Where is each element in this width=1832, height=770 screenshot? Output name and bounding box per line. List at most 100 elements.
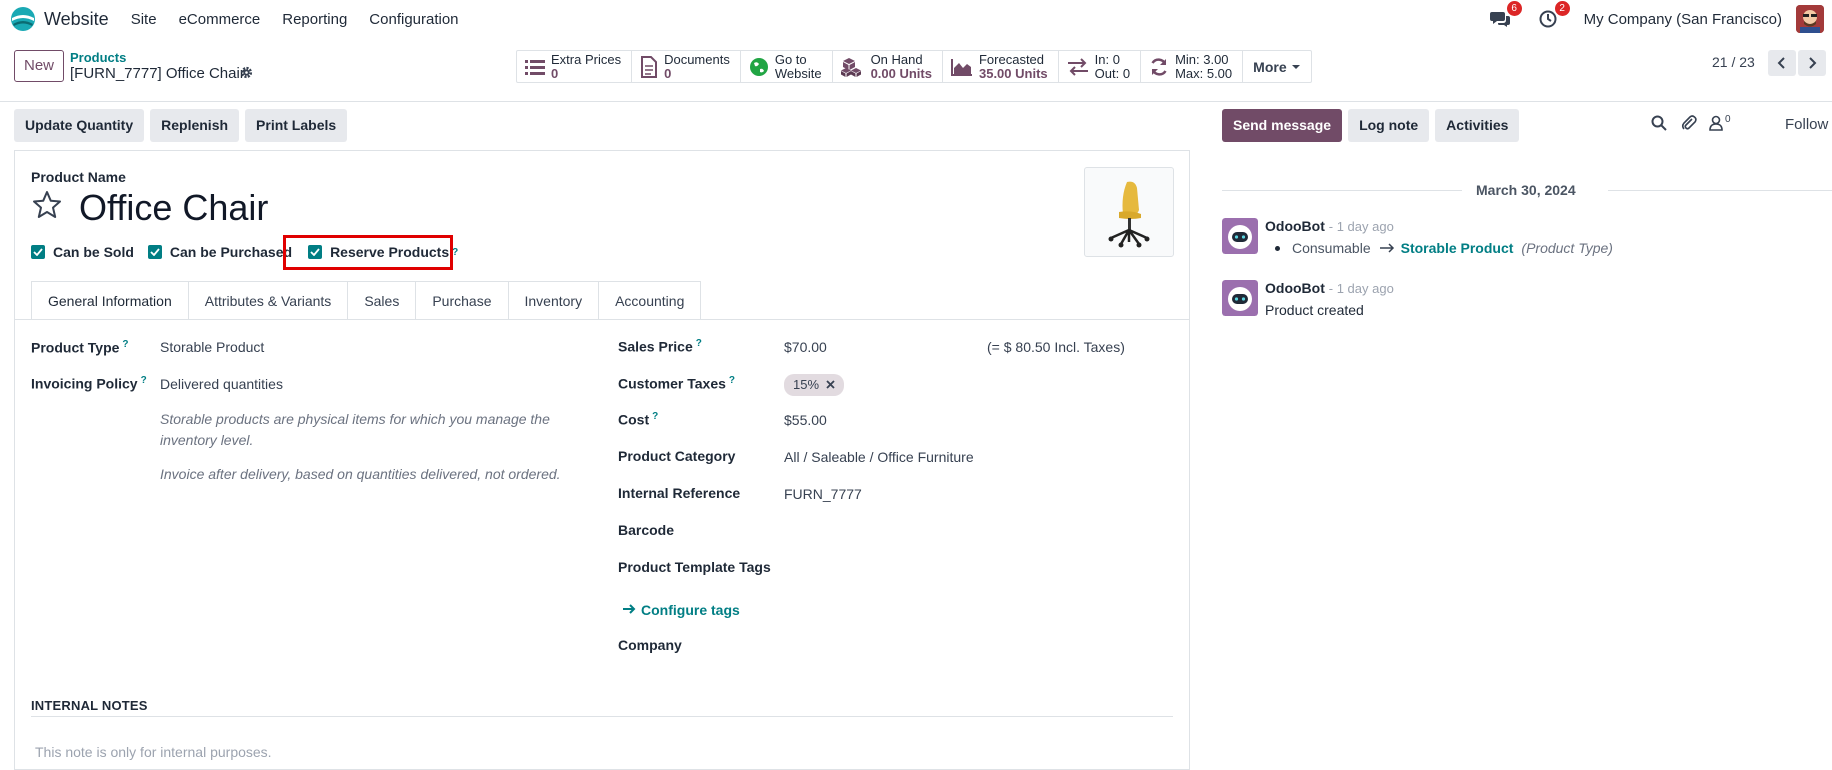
help-tooltip[interactable]: ?: [652, 411, 658, 422]
more-button[interactable]: More: [1243, 51, 1310, 82]
long-arrow-right-icon: [1379, 243, 1394, 253]
tab-inventory[interactable]: Inventory: [508, 281, 600, 320]
pager-previous-button[interactable]: [1768, 50, 1796, 76]
menu-reporting[interactable]: Reporting: [282, 11, 347, 28]
product-name-field[interactable]: Office Chair: [79, 187, 268, 229]
tab-accounting[interactable]: Accounting: [599, 281, 702, 320]
new-button[interactable]: New: [14, 50, 64, 82]
date-separator-line: [1608, 190, 1832, 191]
in-out-button[interactable]: In: 0 Out: 0: [1059, 51, 1142, 82]
smart-buttons: Extra Prices0 Documents0 Go toWebsite: [516, 50, 1312, 83]
message-author[interactable]: OdooBot - 1 day ago: [1265, 218, 1394, 234]
menu-ecommerce[interactable]: eCommerce: [179, 11, 261, 28]
documents-value: 0: [664, 65, 672, 81]
cost-label: Cost?: [618, 411, 658, 428]
help-tooltip[interactable]: ?: [696, 338, 702, 349]
company-field[interactable]: [784, 637, 1164, 655]
min-qty: Min: 3.00: [1175, 51, 1229, 67]
gear-icon[interactable]: [240, 66, 253, 79]
chatter-topbar: Send message Log note Activities: [1222, 109, 1525, 142]
breadcrumb-products[interactable]: Products: [70, 50, 126, 65]
go-to-website-button[interactable]: Go to Website: [741, 51, 833, 82]
user-avatar[interactable]: [1796, 5, 1824, 33]
followers-button[interactable]: 0: [1709, 114, 1731, 131]
tab-sales[interactable]: Sales: [348, 281, 417, 320]
price-incl-taxes: (= $ 80.50 Incl. Taxes): [987, 339, 1125, 355]
menu-configuration[interactable]: Configuration: [369, 11, 458, 28]
chat-bubbles-icon: [1489, 12, 1510, 27]
form-tabs: General Information Attributes & Variant…: [31, 281, 702, 320]
star-icon[interactable]: [31, 189, 63, 221]
documents-title: Documents: [664, 51, 730, 67]
print-labels-button[interactable]: Print Labels: [245, 109, 348, 142]
can-be-sold-checkbox[interactable]: Can be Sold: [31, 244, 134, 260]
forecasted-button[interactable]: Forecasted 35.00 Units: [943, 51, 1059, 82]
cost-label-text: Cost: [618, 411, 650, 428]
globe-icon: [749, 57, 768, 76]
barcode-field[interactable]: [784, 522, 1164, 540]
highlight-box: [283, 235, 453, 270]
pager-value[interactable]: 21 / 23: [1712, 54, 1755, 70]
menu-site[interactable]: Site: [131, 11, 157, 28]
activities-count-badge: 2: [1554, 1, 1570, 16]
pager-next-button[interactable]: [1798, 50, 1826, 76]
product-template-tags-label: Product Template Tags: [618, 559, 771, 575]
internal-notes-field[interactable]: This note is only for internal purposes.: [35, 744, 272, 760]
product-name-label: Product Name: [31, 169, 126, 185]
message-time: - 1 day ago: [1328, 281, 1394, 296]
chatter-search-button[interactable]: [1651, 115, 1667, 131]
product-image[interactable]: [1084, 167, 1174, 257]
close-icon[interactable]: [826, 380, 835, 389]
sales-price-field[interactable]: $70.00: [784, 339, 827, 355]
product-type-field[interactable]: Storable Product: [160, 339, 264, 355]
update-quantity-button[interactable]: Update Quantity: [14, 109, 145, 142]
office-chair-image: [1108, 181, 1150, 248]
sales-price-label-text: Sales Price: [618, 338, 693, 355]
follow-button[interactable]: Follow: [1785, 116, 1828, 133]
odoobot-avatar-icon[interactable]: [1222, 280, 1258, 316]
invoicing-policy-field[interactable]: Delivered quantities: [160, 376, 283, 392]
tab-purchase[interactable]: Purchase: [416, 281, 509, 320]
configure-tags-label: Configure tags: [641, 602, 740, 618]
tab-attributes-variants[interactable]: Attributes & Variants: [188, 281, 349, 320]
tab-general-information[interactable]: General Information: [31, 281, 189, 320]
help-tooltip[interactable]: ?: [729, 375, 735, 386]
tracking-old-value: Consumable: [1292, 240, 1371, 256]
internal-reference-field[interactable]: FURN_7777: [784, 486, 862, 502]
can-be-purchased-checkbox[interactable]: Can be Purchased: [147, 244, 292, 260]
odoobot-avatar-icon[interactable]: [1222, 218, 1258, 254]
send-message-button[interactable]: Send message: [1222, 109, 1343, 142]
message-author[interactable]: OdooBot - 1 day ago: [1265, 280, 1394, 296]
replenish-button[interactable]: Replenish: [150, 109, 240, 142]
configure-tags-link[interactable]: Configure tags: [622, 602, 740, 618]
search-icon: [1651, 115, 1667, 131]
customer-taxes-label-text: Customer Taxes: [618, 375, 726, 392]
chatter-attachment-button[interactable]: [1681, 115, 1697, 131]
breadcrumb-current: [FURN_7777] Office Chair: [70, 65, 245, 82]
documents-button[interactable]: Documents 0: [632, 51, 741, 82]
company-switcher[interactable]: My Company (San Francisco): [1584, 11, 1782, 28]
cost-field[interactable]: $55.00: [784, 412, 827, 428]
customer-tax-tag-label: 15%: [793, 377, 820, 392]
messaging-menu[interactable]: 6: [1488, 1, 1522, 31]
list-icon: [525, 59, 545, 75]
product-category-field[interactable]: All / Saleable / Office Furniture: [784, 449, 974, 465]
app-brand[interactable]: Website: [10, 6, 131, 32]
out-moves: Out: 0: [1094, 65, 1131, 81]
activity-menu[interactable]: 2: [1536, 1, 1570, 31]
checked-icon: [31, 245, 45, 259]
activities-button[interactable]: Activities: [1435, 109, 1520, 142]
on-hand-value: 0.00 Units: [870, 65, 932, 81]
help-tooltip[interactable]: ?: [452, 247, 458, 258]
tracking-field-name: (Product Type): [1521, 240, 1613, 256]
help-tooltip[interactable]: ?: [122, 339, 128, 350]
on-hand-button[interactable]: On Hand 0.00 Units: [833, 51, 943, 82]
help-tooltip[interactable]: ?: [141, 375, 147, 386]
extra-prices-value: 0: [551, 65, 559, 81]
extra-prices-button[interactable]: Extra Prices 0: [517, 51, 633, 82]
min-max-button[interactable]: Min: 3.00 Max: 5.00: [1141, 51, 1244, 82]
bullet-icon: [1275, 245, 1280, 251]
customer-tax-tag[interactable]: 15%: [784, 374, 844, 396]
log-note-button[interactable]: Log note: [1348, 109, 1430, 142]
product-type-label-text: Product Type: [31, 339, 120, 356]
